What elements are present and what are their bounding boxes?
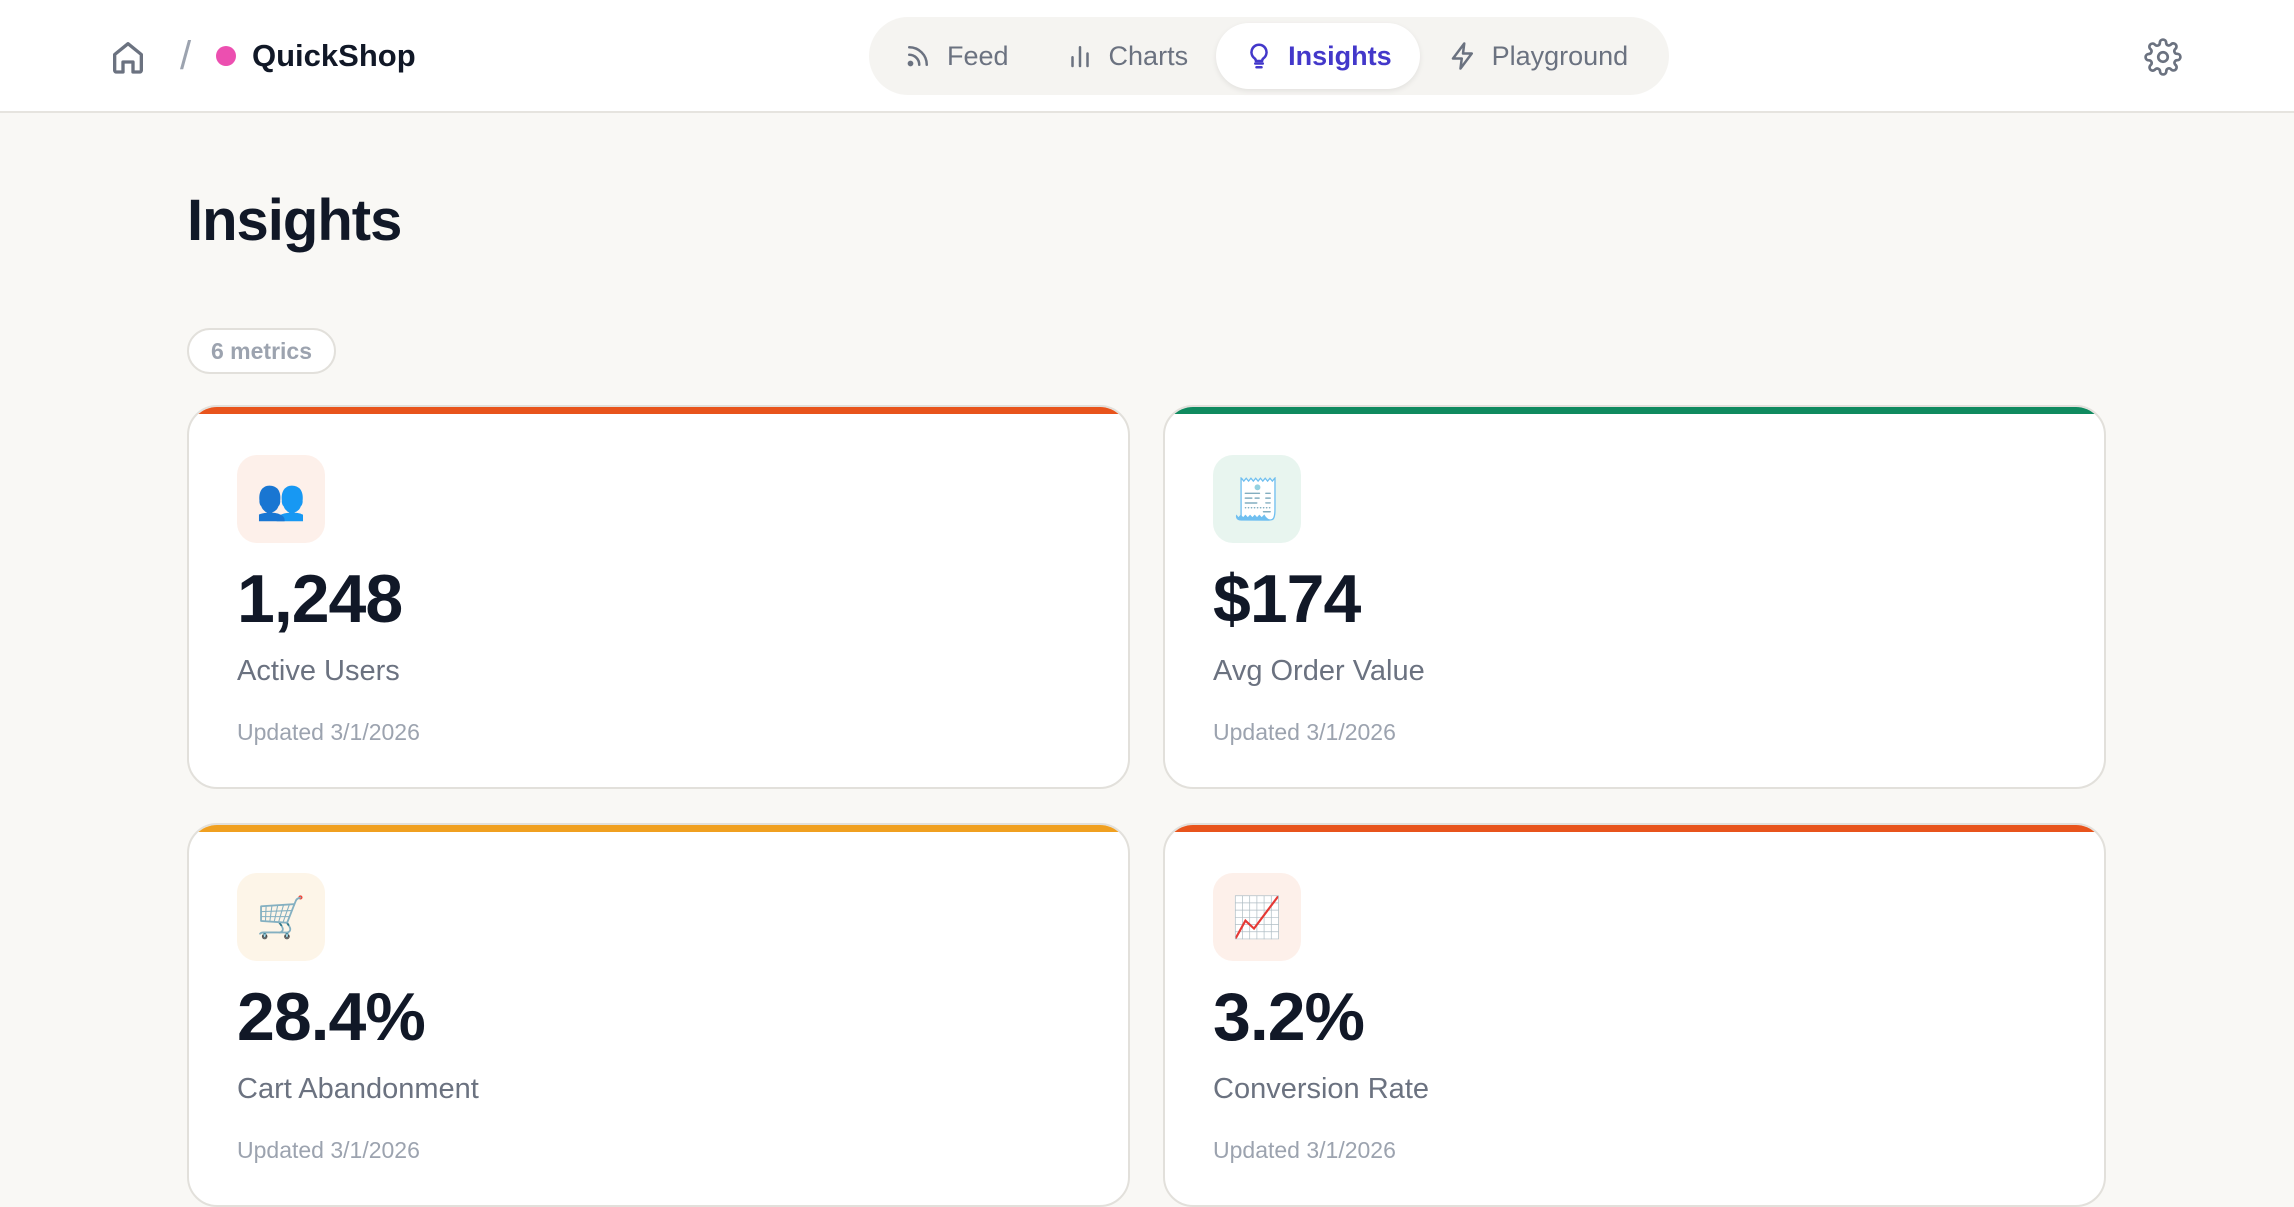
metric-card-conversion-rate[interactable]: 📈 3.2% Conversion Rate Updated 3/1/2026 bbox=[1163, 823, 2106, 1207]
home-button[interactable] bbox=[106, 35, 150, 79]
metrics-count-badge: 6 metrics bbox=[187, 328, 337, 374]
metric-updated-date: Updated 3/1/2026 bbox=[1213, 719, 1396, 745]
breadcrumb-separator: / bbox=[180, 34, 192, 78]
card-accent-bar bbox=[1165, 407, 2104, 414]
metric-value: 28.4% bbox=[237, 979, 426, 1055]
bar-chart-icon bbox=[1070, 46, 1089, 68]
metric-updated-date: Updated 3/1/2026 bbox=[237, 719, 420, 745]
metric-value: 1,248 bbox=[237, 561, 403, 637]
brand-dot bbox=[216, 46, 236, 66]
tab-charts[interactable]: Charts bbox=[1037, 23, 1217, 89]
tab-label: Charts bbox=[1108, 40, 1189, 71]
metric-label: Conversion Rate bbox=[1213, 1073, 1429, 1105]
tab-label: Playground bbox=[1491, 40, 1629, 71]
metric-label: Cart Abandonment bbox=[237, 1073, 479, 1105]
tab-label: Feed bbox=[947, 40, 1009, 71]
metric-card-cart-abandonment[interactable]: 🛒 28.4% Cart Abandonment Updated 3/1/202… bbox=[187, 823, 1130, 1207]
metric-value: 3.2% bbox=[1213, 979, 1365, 1055]
metric-card-active-users[interactable]: 👥 1,248 Active Users Updated 3/1/2026 bbox=[187, 405, 1130, 789]
card-accent-bar bbox=[189, 407, 1128, 414]
metric-updated-date: Updated 3/1/2026 bbox=[237, 1137, 420, 1163]
bolt-icon bbox=[1451, 42, 1473, 70]
rss-icon bbox=[907, 46, 928, 67]
tab-feed[interactable]: Feed bbox=[875, 23, 1037, 89]
page-title: Insights bbox=[187, 188, 402, 253]
cart-icon: 🛒 bbox=[237, 873, 325, 961]
metric-label: Active Users bbox=[237, 655, 400, 687]
lightbulb-icon bbox=[1250, 43, 1268, 69]
card-accent-bar bbox=[189, 825, 1128, 832]
metric-label: Avg Order Value bbox=[1213, 655, 1425, 687]
brand-name[interactable]: QuickShop bbox=[252, 36, 416, 76]
tab-label: Insights bbox=[1288, 40, 1392, 71]
metric-value: $174 bbox=[1213, 561, 1361, 637]
home-icon bbox=[113, 42, 143, 74]
card-accent-bar bbox=[1165, 825, 2104, 832]
top-navigation-bar: / QuickShop Feed Charts Insights Playgro bbox=[0, 0, 2294, 113]
tab-playground[interactable]: Playground bbox=[1420, 23, 1657, 89]
gear-icon bbox=[2144, 38, 2182, 76]
metric-card-avg-order-value[interactable]: 🧾 $174 Avg Order Value Updated 3/1/2026 bbox=[1163, 405, 2106, 789]
main-tabs: Feed Charts Insights Playground bbox=[869, 17, 1669, 95]
trend-up-icon: 📈 bbox=[1213, 873, 1301, 961]
metric-updated-date: Updated 3/1/2026 bbox=[1213, 1137, 1396, 1163]
tab-insights[interactable]: Insights bbox=[1216, 23, 1420, 89]
users-icon: 👥 bbox=[237, 455, 325, 543]
receipt-icon: 🧾 bbox=[1213, 455, 1301, 543]
settings-button[interactable] bbox=[2142, 36, 2184, 78]
